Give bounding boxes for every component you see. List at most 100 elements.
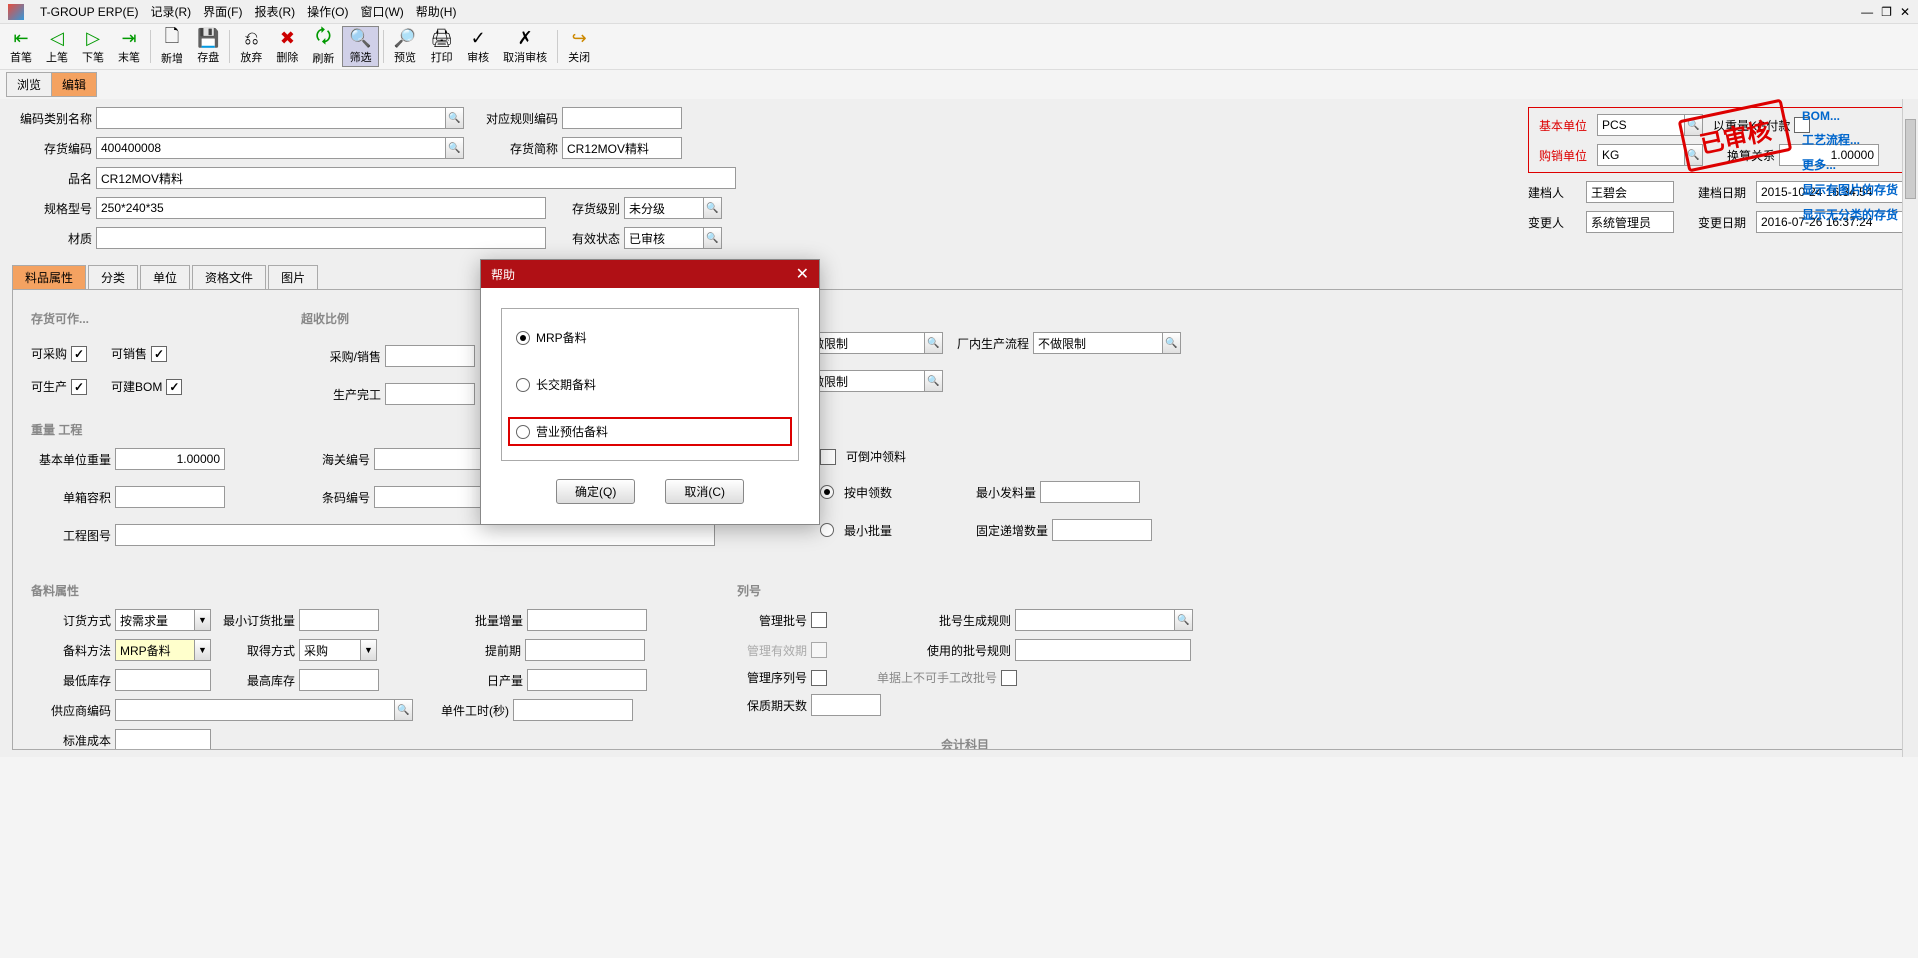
toolbar-打印[interactable]: 🖨打印: [424, 26, 459, 67]
tab-category[interactable]: 分类: [88, 265, 138, 289]
supplier-input[interactable]: [115, 699, 395, 721]
link-more[interactable]: 更多...: [1802, 156, 1898, 173]
level-input[interactable]: [624, 197, 704, 219]
min-issue-input[interactable]: [1040, 481, 1140, 503]
dropdown-icon[interactable]: ▼: [195, 639, 211, 661]
base-unit-input[interactable]: [1597, 114, 1685, 136]
link-with-image[interactable]: 显示有图片的存货: [1802, 181, 1898, 198]
box-input[interactable]: [115, 486, 225, 508]
buildable-bom-checkbox[interactable]: [166, 379, 182, 395]
toolbar-删除[interactable]: ✖删除: [270, 26, 304, 67]
toolbar-下笔[interactable]: ▷下笔: [76, 26, 110, 67]
lookup-icon[interactable]: 🔍: [925, 332, 943, 354]
reversible-checkbox[interactable]: [820, 449, 836, 465]
toolbar-关闭[interactable]: ↪关闭: [562, 26, 596, 67]
tab-material-attr[interactable]: 料品属性: [12, 265, 86, 289]
material-input[interactable]: [96, 227, 546, 249]
used-rule-input[interactable]: [1015, 639, 1191, 661]
lookup-icon[interactable]: 🔍: [1175, 609, 1193, 631]
stock-code-input[interactable]: [96, 137, 446, 159]
menu-window[interactable]: 窗口(W): [360, 3, 403, 20]
menu-record[interactable]: 记录(R): [150, 3, 191, 20]
batch-inc-input[interactable]: [527, 609, 647, 631]
lookup-icon[interactable]: 🔍: [395, 699, 413, 721]
toolbar-存盘[interactable]: 💾存盘: [191, 26, 225, 67]
menu-help[interactable]: 帮助(H): [416, 3, 457, 20]
vertical-scrollbar[interactable]: [1902, 99, 1918, 757]
min-order-input[interactable]: [299, 609, 379, 631]
menu-view[interactable]: 界面(F): [203, 3, 242, 20]
toolbar-预览[interactable]: 🔎预览: [388, 26, 422, 67]
modal-cancel-button[interactable]: 取消(C): [665, 479, 744, 504]
purchasable-checkbox[interactable]: [71, 346, 87, 362]
spec-input[interactable]: [96, 197, 546, 219]
batch-rule-input[interactable]: [1015, 609, 1175, 631]
producible-checkbox[interactable]: [71, 379, 87, 395]
base-weight-input[interactable]: [115, 448, 225, 470]
barcode-input[interactable]: [374, 486, 484, 508]
code-class-input[interactable]: [96, 107, 446, 129]
rule-code-input[interactable]: [562, 107, 682, 129]
lookup-icon[interactable]: 🔍: [1685, 114, 1703, 136]
toolbar-筛选[interactable]: 🔍筛选: [342, 26, 378, 67]
std-cost-input[interactable]: [115, 729, 211, 750]
modal-close-icon[interactable]: ✕: [796, 264, 809, 284]
toolbar-新增[interactable]: 🗋新增: [155, 26, 189, 67]
lookup-icon[interactable]: 🔍: [1163, 332, 1181, 354]
shelf-days-input[interactable]: [811, 694, 881, 716]
piece-time-input[interactable]: [513, 699, 633, 721]
tab-browse[interactable]: 浏览: [6, 72, 52, 97]
drawing-input[interactable]: [115, 524, 715, 546]
modal-opt1-radio[interactable]: [516, 331, 530, 345]
close-icon[interactable]: ✕: [1900, 5, 1910, 19]
by-request-radio[interactable]: [820, 485, 834, 499]
lookup-icon[interactable]: 🔍: [1685, 144, 1703, 166]
prod-done-input[interactable]: [385, 383, 475, 405]
status-input[interactable]: [624, 227, 704, 249]
toolbar-首笔[interactable]: ⇤首笔: [4, 26, 38, 67]
minimize-icon[interactable]: —: [1861, 5, 1873, 19]
modal-opt3-radio[interactable]: [516, 425, 530, 439]
fixed-inc-input[interactable]: [1052, 519, 1152, 541]
toolbar-放弃[interactable]: ⎌放弃: [234, 26, 268, 67]
lookup-icon[interactable]: 🔍: [704, 227, 722, 249]
tab-edit[interactable]: 编辑: [51, 72, 97, 97]
saleable-checkbox[interactable]: [151, 346, 167, 362]
lead-input[interactable]: [525, 639, 645, 661]
toolbar-上笔[interactable]: ◁上笔: [40, 26, 74, 67]
max-stock-input[interactable]: [299, 669, 379, 691]
customs-input[interactable]: [374, 448, 484, 470]
tab-unit[interactable]: 单位: [140, 265, 190, 289]
modal-opt2-radio[interactable]: [516, 378, 530, 392]
stock-short-input[interactable]: [562, 137, 682, 159]
toolbar-末笔[interactable]: ⇥末笔: [112, 26, 146, 67]
lookup-icon[interactable]: 🔍: [704, 197, 722, 219]
min-batch-radio[interactable]: [820, 523, 834, 537]
min-stock-input[interactable]: [115, 669, 211, 691]
dropdown-icon[interactable]: ▼: [195, 609, 211, 631]
lookup-icon[interactable]: 🔍: [446, 137, 464, 159]
toolbar-取消审核[interactable]: ✗取消审核: [497, 26, 553, 67]
modal-ok-button[interactable]: 确定(Q): [556, 479, 635, 504]
lookup-icon[interactable]: 🔍: [925, 370, 943, 392]
factory-flow-input[interactable]: [1033, 332, 1163, 354]
material-method-input[interactable]: [115, 639, 195, 661]
restore-icon[interactable]: ❐: [1881, 5, 1892, 19]
name-input[interactable]: [96, 167, 736, 189]
menu-action[interactable]: 操作(O): [307, 3, 348, 20]
lookup-icon[interactable]: 🔍: [446, 107, 464, 129]
dropdown-icon[interactable]: ▼: [361, 639, 377, 661]
order-method-input[interactable]: [115, 609, 195, 631]
menu-report[interactable]: 报表(R): [254, 3, 295, 20]
link-process[interactable]: 工艺流程...: [1802, 131, 1898, 148]
manage-batch-checkbox[interactable]: [811, 612, 827, 628]
toolbar-审核[interactable]: ✓审核: [461, 26, 495, 67]
no-manual-checkbox[interactable]: [1001, 670, 1017, 686]
manage-serial-checkbox[interactable]: [811, 670, 827, 686]
purchase-sale-input[interactable]: [385, 345, 475, 367]
link-bom[interactable]: BOM...: [1802, 109, 1898, 123]
tab-image[interactable]: 图片: [268, 265, 318, 289]
tab-cert[interactable]: 资格文件: [192, 265, 266, 289]
sale-unit-input[interactable]: [1597, 144, 1685, 166]
daily-input[interactable]: [527, 669, 647, 691]
